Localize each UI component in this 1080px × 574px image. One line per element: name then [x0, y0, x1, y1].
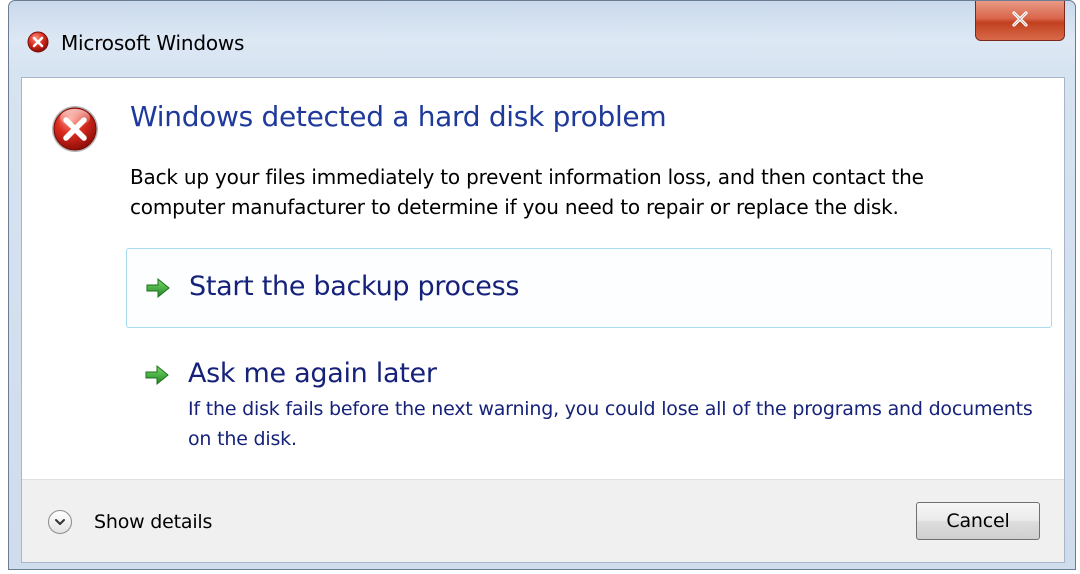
dialog-content: Windows detected a hard disk problem Bac…: [21, 77, 1065, 563]
chevron-down-icon[interactable]: [48, 510, 72, 534]
dialog-window: Microsoft Windows Windows detected a har…: [8, 0, 1076, 570]
error-icon: [27, 31, 49, 53]
window-title: Microsoft Windows: [61, 31, 245, 55]
dialog-message: Back up your files immediately to preven…: [130, 165, 924, 219]
dialog-heading: Windows detected a hard disk problem: [130, 100, 667, 133]
error-icon: [50, 104, 100, 154]
dialog-footer: Show details Cancel: [22, 479, 1064, 562]
command-note: If the disk fails before the next warnin…: [188, 398, 1033, 450]
green-arrow-icon: [145, 277, 171, 299]
green-arrow-icon: [144, 364, 170, 386]
show-details-label: Show details: [94, 511, 213, 533]
command-label: Ask me again later: [188, 358, 437, 389]
close-icon: [1010, 10, 1030, 32]
cancel-button[interactable]: Cancel: [916, 502, 1040, 540]
start-backup-command[interactable]: Start the backup process: [126, 248, 1052, 328]
ask-later-command[interactable]: Ask me again later If the disk fails bef…: [126, 346, 1052, 456]
title-bar[interactable]: Microsoft Windows: [9, 1, 1075, 77]
show-details-toggle[interactable]: Show details: [48, 508, 212, 536]
command-label: Start the backup process: [189, 271, 520, 302]
close-button[interactable]: [975, 1, 1065, 41]
